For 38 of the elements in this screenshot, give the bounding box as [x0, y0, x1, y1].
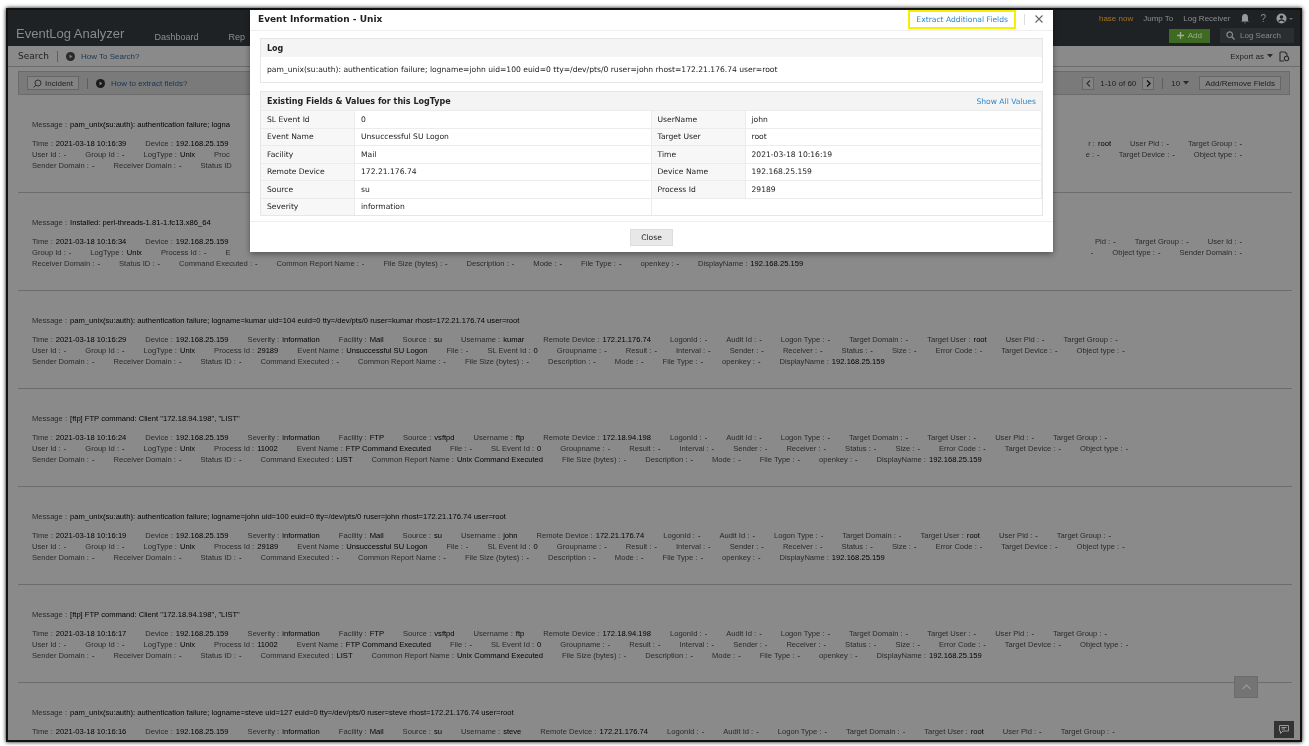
magnifier-icon [33, 78, 42, 88]
app-logo[interactable]: EventLog Analyzer [16, 26, 125, 42]
help-link[interactable]: How to extract fields? [111, 78, 188, 88]
add-button[interactable]: Add [1168, 28, 1210, 43]
play-icon [65, 51, 75, 61]
page-range: 1-10 of 60 [1100, 78, 1137, 88]
next-page-button[interactable] [1142, 76, 1155, 90]
caret-icon [1183, 81, 1190, 85]
chevron-up-icon [1241, 684, 1251, 690]
nav-tab[interactable]: Rep [228, 32, 245, 42]
bell-icon[interactable] [1240, 13, 1251, 24]
chat-button[interactable] [1274, 721, 1294, 738]
header-link[interactable]: Jump To [1143, 14, 1174, 23]
plus-icon [1176, 32, 1184, 39]
chevron-left-icon [1085, 79, 1091, 87]
help-menu[interactable]: ? [1260, 13, 1266, 24]
user-icon[interactable] [1276, 13, 1294, 24]
chevron-right-icon [1145, 79, 1151, 87]
purchase-link[interactable]: hase now [1098, 14, 1134, 23]
report-icon[interactable] [1279, 50, 1290, 62]
add-remove-fields-button[interactable]: Add/Remove Fields [1199, 76, 1281, 90]
dialog-title: Event Information - Unix [258, 14, 383, 24]
caret-icon [1267, 54, 1273, 58]
section-title: Log [267, 43, 284, 53]
help-link[interactable]: How To Search? [80, 51, 140, 61]
search-icon [1226, 31, 1235, 40]
chat-icon [1279, 725, 1289, 734]
play-icon [96, 78, 106, 88]
close-icon[interactable] [1035, 15, 1043, 23]
previous-page-button[interactable] [1082, 76, 1095, 90]
export-menu[interactable]: Export as [1230, 51, 1273, 61]
section-title: Existing Fields & Values for this LogType [267, 96, 451, 106]
page-title: Search [18, 51, 49, 61]
nav-tab[interactable]: Dashboard [154, 32, 199, 42]
page-size-dropdown[interactable]: 10 [1171, 78, 1190, 88]
log-search-field[interactable]: Log Search [1220, 28, 1294, 43]
header-link[interactable]: Log Receiver [1183, 14, 1231, 23]
incident-button[interactable]: Incident [27, 76, 80, 90]
